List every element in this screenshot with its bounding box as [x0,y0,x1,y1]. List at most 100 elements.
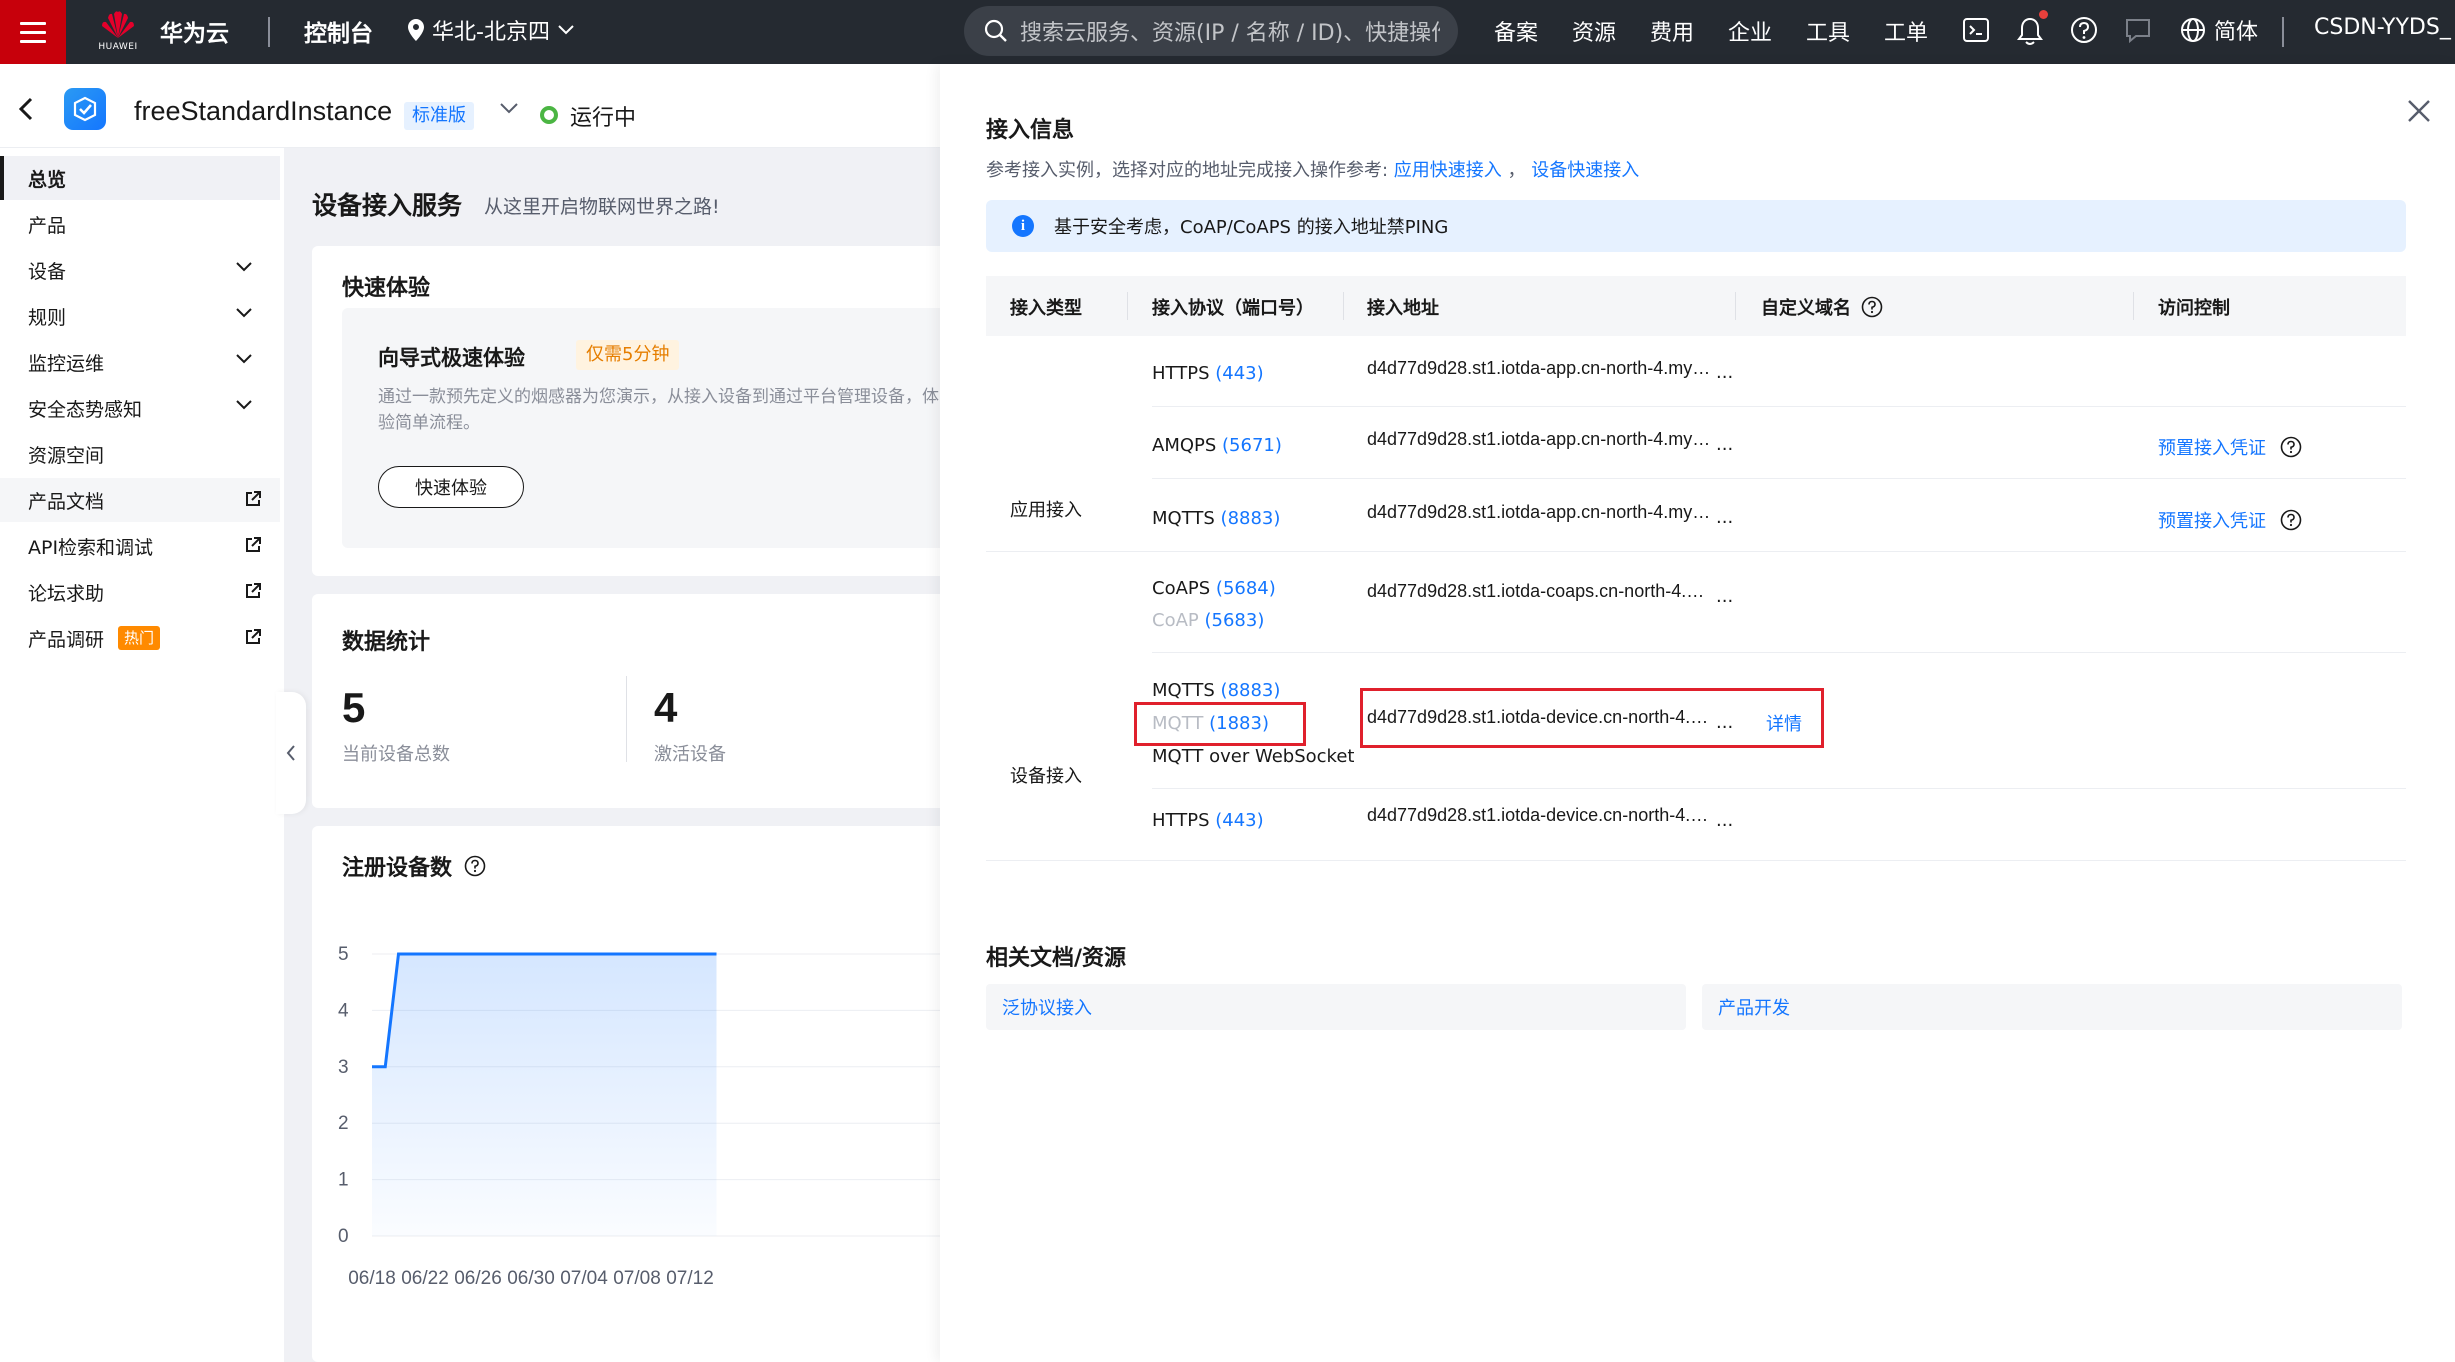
protocol-name: MQTTS [1152,680,1215,701]
more-icon[interactable]: ... [1716,810,1733,831]
sidebar-collapse-button[interactable] [276,692,306,814]
help-icon[interactable] [464,855,486,877]
protocol-name: CoAP [1152,610,1199,631]
notification-dot [2039,10,2048,19]
protocol-port: (443) [1215,810,1264,831]
protocol-name: MQTTS [1152,508,1215,529]
info-icon: i [1012,215,1034,237]
sidebar-item-products[interactable]: 产品 [0,202,280,246]
sidebar-item-label: 产品调研 [28,628,105,651]
terminal-icon[interactable] [1962,16,1990,44]
sidebar-item-product-docs[interactable]: 产品文档 [0,478,280,522]
highlight-box [1360,688,1824,748]
x-tick-label: 06/30 [507,1268,555,1289]
x-tick-label: 07/12 [666,1268,714,1289]
alert-text: 基于安全考虑，CoAP/CoAPS 的接入地址禁PING [1054,217,1449,238]
hamburger-menu-icon[interactable] [0,0,66,64]
protocol-mqtts: MQTTS (8883) [1152,680,1280,701]
nav-link-enterprise[interactable]: 企业 [1728,15,1772,47]
quick-experience-panel: 向导式极速体验 仅需5分钟 通过一款预先定义的烟感器为您演示，从接入设备到通过平… [342,308,962,548]
drawer-description: 参考接入实例，选择对应的地址完成接入操作参考: 应用快速接入 ， 设备快速接入 [986,156,1639,182]
more-icon[interactable]: ... [1716,434,1733,455]
app-quick-access-link[interactable]: 应用快速接入 [1394,160,1502,181]
protocol-mqtts: MQTTS (8883) [1152,508,1280,529]
more-icon[interactable]: ... [1716,362,1733,383]
brand-name[interactable]: 华为云 [160,14,229,48]
account-name[interactable]: CSDN-YYDS_ [2314,15,2451,40]
quick-experience-button[interactable]: 快速体验 [378,466,524,508]
sidebar-item-survey[interactable]: 产品调研 热门 [0,616,280,660]
language-label: 简体 [2214,20,2259,45]
stat-value: 4 [654,684,678,731]
access-address[interactable]: d4d77d9d28.st1.iotda-app.cn-north-4.my… [1367,502,1710,523]
protocol-port: (5671) [1222,435,1282,456]
help-icon[interactable] [1861,296,1883,318]
group-divider [986,860,2406,861]
feedback-icon[interactable] [2124,16,2152,44]
location-pin-icon [408,19,424,41]
help-icon[interactable] [2280,436,2302,458]
more-icon[interactable]: ... [1716,586,1733,607]
stat-label: 当前设备总数 [342,744,450,765]
hot-badge: 热门 [118,626,161,650]
preset-credential-link[interactable]: 预置接入凭证 [2158,434,2266,460]
access-address[interactable]: d4d77d9d28.st1.iotda-device.cn-north-4.… [1367,805,1708,826]
top-navigation-bar: HUAWEI 华为云 控制台 华北-北京四 搜索云服务、资源(IP / 名称 /… [0,0,2455,64]
chevron-down-icon [236,308,252,318]
help-icon[interactable] [2280,509,2302,531]
global-search[interactable]: 搜索云服务、资源(IP / 名称 / ID)、快捷操作… [964,6,1458,56]
region-selector[interactable]: 华北-北京四 [408,14,574,46]
row-divider [1152,652,2406,653]
sidebar-item-api-explorer[interactable]: API检索和调试 [0,524,280,568]
external-link-icon [246,583,261,598]
access-address[interactable]: d4d77d9d28.st1.iotda-coaps.cn-north-4.… [1367,581,1704,602]
sidebar-item-monitoring[interactable]: 监控运维 [0,340,280,384]
page-title: 设备接入服务 [312,191,463,220]
sidebar-item-security[interactable]: 安全态势感知 [0,386,280,430]
bell-icon[interactable] [2016,16,2044,46]
console-link[interactable]: 控制台 [304,14,373,48]
help-icon[interactable] [2070,16,2098,44]
instance-switch-chevron-icon[interactable] [500,102,518,114]
close-icon[interactable] [2406,98,2432,124]
sidebar-item-devices[interactable]: 设备 [0,248,280,292]
doc-link-product-development[interactable]: 产品开发 [1702,984,2402,1030]
huawei-logo-icon[interactable]: HUAWEI [94,8,142,56]
stat-active-devices: 4 激活设备 [654,684,726,766]
access-address[interactable]: d4d77d9d28.st1.iotda-app.cn-north-4.my… [1367,358,1710,379]
y-tick-label: 5 [338,944,349,965]
registered-devices-card: 注册设备数 0 1 2 3 4 5 06/18 06/22 06/26 06/30 07/04 07/… [312,826,952,1362]
stat-divider [626,676,627,762]
x-tick-label: 06/26 [454,1268,502,1289]
access-address[interactable]: d4d77d9d28.st1.iotda-app.cn-north-4.my… [1367,429,1710,450]
sidebar-item-overview[interactable]: 总览 [0,156,280,200]
sidebar-item-rules[interactable]: 规则 [0,294,280,338]
sidebar-item-label: 产品 [28,214,67,237]
language-selector[interactable]: 简体 [2180,14,2258,46]
sidebar-item-label: 规则 [28,306,67,329]
series-area [372,954,717,1236]
protocol-name: CoAPS [1152,578,1211,599]
chevron-down-icon [558,25,574,35]
nav-link-filing[interactable]: 备案 [1494,15,1538,47]
search-icon [984,19,1007,42]
registered-devices-chart: 0 1 2 3 4 5 06/18 06/22 06/26 06/30 07/04 07/08 07/1… [338,944,952,1289]
preset-credential-link[interactable]: 预置接入凭证 [2158,507,2266,533]
nav-link-tickets[interactable]: 工单 [1884,15,1928,47]
sidebar-item-forum[interactable]: 论坛求助 [0,570,280,614]
search-input[interactable]: 搜索云服务、资源(IP / 名称 / ID)、快捷操作… [1020,15,1440,47]
x-tick-label: 06/22 [401,1268,449,1289]
doc-link-generic-protocol[interactable]: 泛协议接入 [986,984,1686,1030]
nav-link-billing[interactable]: 费用 [1650,15,1694,47]
quick-description: 通过一款预先定义的烟感器为您演示，从接入设备到通过平台管理设备，体验简单流程。 [378,387,939,433]
region-label: 华北-北京四 [432,20,550,45]
protocol-name: HTTPS [1152,810,1210,831]
more-icon[interactable]: ... [1716,507,1733,528]
device-quick-access-link[interactable]: 设备快速接入 [1531,160,1639,181]
external-link-icon [246,629,261,644]
duration-badge: 仅需5分钟 [576,340,680,370]
nav-link-tools[interactable]: 工具 [1806,15,1850,47]
back-arrow-icon[interactable] [18,97,34,121]
nav-link-resources[interactable]: 资源 [1572,15,1616,47]
sidebar-item-resource-space[interactable]: 资源空间 [0,432,280,476]
